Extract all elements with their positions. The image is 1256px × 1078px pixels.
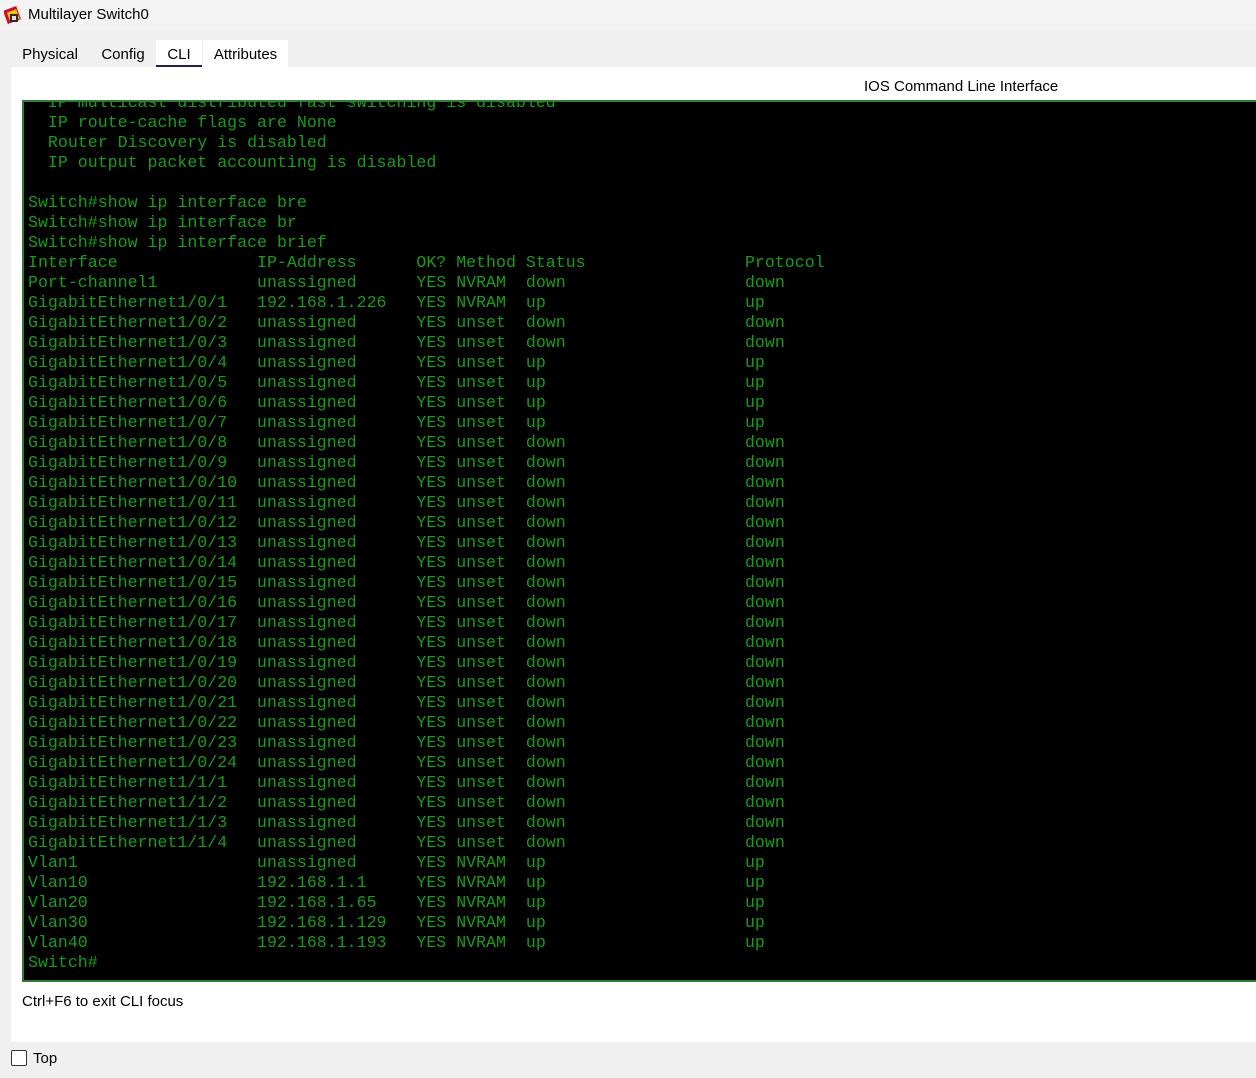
cli-line: Router Discovery is disabled	[28, 133, 327, 152]
cli-terminal[interactable]: IP multicast distributed fast switching …	[22, 100, 1256, 982]
cli-line: GigabitEthernet1/0/17 unassigned YES uns…	[28, 613, 785, 632]
cli-line: Vlan20 192.168.1.65 YES NVRAM up up	[28, 893, 765, 912]
cli-line: GigabitEthernet1/0/14 unassigned YES uns…	[28, 553, 785, 572]
cli-line	[28, 173, 825, 193]
tab-cli[interactable]: CLI	[156, 40, 202, 68]
cli-line: GigabitEthernet1/0/23 unassigned YES uns…	[28, 733, 785, 752]
cli-line: Vlan30 192.168.1.129 YES NVRAM up up	[28, 913, 765, 932]
cli-line: GigabitEthernet1/0/1 192.168.1.226 YES N…	[28, 293, 765, 312]
cli-line: Vlan40 192.168.1.193 YES NVRAM up up	[28, 933, 765, 952]
title-bar: Multilayer Switch0	[0, 0, 1256, 30]
cli-line: GigabitEthernet1/1/2 unassigned YES unse…	[28, 793, 785, 812]
cli-line: Vlan1 unassigned YES NVRAM up up	[28, 853, 765, 872]
tab-physical-label: Physical	[22, 45, 78, 63]
tab-attributes[interactable]: Attributes	[203, 40, 288, 68]
cli-line: GigabitEthernet1/1/4 unassigned YES unse…	[28, 833, 785, 852]
cli-line: Switch#show ip interface br	[28, 213, 297, 232]
cli-line: GigabitEthernet1/0/5 unassigned YES unse…	[28, 373, 765, 392]
top-label: Top	[33, 1050, 58, 1067]
cli-line: GigabitEthernet1/0/12 unassigned YES uns…	[28, 513, 785, 532]
bottom-bar: Top	[0, 1042, 1256, 1078]
cli-line: GigabitEthernet1/1/3 unassigned YES unse…	[28, 813, 785, 832]
cli-line: GigabitEthernet1/0/10 unassigned YES uns…	[28, 473, 785, 492]
cli-line: GigabitEthernet1/0/3 unassigned YES unse…	[28, 333, 785, 352]
cli-line: Port-channel1 unassigned YES NVRAM down …	[28, 273, 785, 292]
tab-bar: Physical Config CLI Attributes	[11, 40, 1256, 68]
cli-line: GigabitEthernet1/0/6 unassigned YES unse…	[28, 393, 765, 412]
tab-config[interactable]: Config	[91, 40, 155, 68]
cli-header: IOS Command Line Interface	[864, 78, 1059, 95]
cli-line: IP multicast distributed fast switching …	[28, 100, 556, 112]
cli-line: GigabitEthernet1/0/21 unassigned YES uns…	[28, 693, 785, 712]
tab-cli-label: CLI	[167, 45, 191, 63]
cli-line: GigabitEthernet1/0/7 unassigned YES unse…	[28, 413, 765, 432]
cli-line: Switch#show ip interface brief	[28, 233, 327, 252]
cli-line: GigabitEthernet1/0/11 unassigned YES uns…	[28, 493, 785, 512]
cli-line: GigabitEthernet1/0/24 unassigned YES uns…	[28, 753, 785, 772]
cli-line: Interface IP-Address OK? Method Status P…	[28, 253, 825, 272]
cli-line: GigabitEthernet1/0/2 unassigned YES unse…	[28, 313, 785, 332]
cli-line: Switch#show ip interface bre	[28, 193, 307, 212]
cli-line: IP output packet accounting is disabled	[28, 153, 437, 172]
cli-line: GigabitEthernet1/0/16 unassigned YES uns…	[28, 593, 785, 612]
cli-line: GigabitEthernet1/0/19 unassigned YES uns…	[28, 653, 785, 672]
cli-line: Vlan10 192.168.1.1 YES NVRAM up up	[28, 873, 765, 892]
cli-output: IP multicast distributed fast switching …	[28, 100, 825, 973]
cli-line: GigabitEthernet1/0/9 unassigned YES unse…	[28, 453, 785, 472]
tab-physical[interactable]: Physical	[11, 40, 89, 68]
exit-focus-hint: Ctrl+F6 to exit CLI focus	[22, 993, 184, 1010]
top-checkbox[interactable]	[11, 1050, 27, 1066]
cli-line: GigabitEthernet1/1/1 unassigned YES unse…	[28, 773, 785, 792]
cli-line: GigabitEthernet1/0/22 unassigned YES uns…	[28, 713, 785, 732]
switch-app-icon	[3, 5, 22, 25]
cli-line: Switch#	[28, 953, 98, 972]
cli-line: GigabitEthernet1/0/15 unassigned YES uns…	[28, 573, 785, 592]
cli-line: GigabitEthernet1/0/18 unassigned YES uns…	[28, 633, 785, 652]
cli-line: GigabitEthernet1/0/20 unassigned YES uns…	[28, 673, 785, 692]
cli-line: GigabitEthernet1/0/4 unassigned YES unse…	[28, 353, 765, 372]
cli-line: GigabitEthernet1/0/8 unassigned YES unse…	[28, 433, 785, 452]
cli-panel: IOS Command Line Interface IP multicast …	[11, 67, 1256, 1042]
cli-line: GigabitEthernet1/0/13 unassigned YES uns…	[28, 533, 785, 552]
tab-attributes-label: Attributes	[213, 45, 278, 63]
cli-line: IP route-cache flags are None	[28, 113, 337, 132]
tab-config-label: Config	[101, 45, 145, 63]
window-title: Multilayer Switch0	[28, 6, 149, 23]
